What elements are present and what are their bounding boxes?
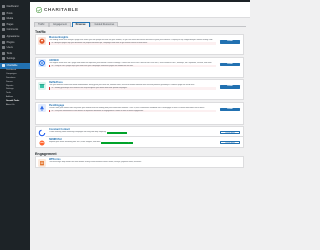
rafflepress-logo-icon bbox=[38, 81, 46, 90]
tool-description: The original WordPress SEO plugin and to… bbox=[49, 61, 212, 64]
comment-icon bbox=[2, 28, 5, 32]
growth-tabs: Traffic Engagement Revenue Guided Resour… bbox=[34, 22, 246, 27]
install-button[interactable]: Install bbox=[220, 62, 240, 67]
install-button[interactable]: Install bbox=[220, 107, 240, 112]
tab-guided-resources[interactable]: Guided Resources bbox=[90, 22, 119, 27]
constant-contact-logo-icon bbox=[38, 128, 46, 137]
plugin-header: CHARITABLE bbox=[30, 2, 250, 18]
learn-more-button[interactable]: Learn More bbox=[220, 140, 240, 145]
pin-icon bbox=[2, 11, 5, 15]
tool-card-monsterinsights: MonsterInsights The leading WordPress an… bbox=[35, 34, 244, 55]
tool-description: The best drag & drop WordPress form buil… bbox=[49, 161, 142, 164]
aioseo-logo-icon bbox=[38, 59, 46, 68]
offer-badge: Exclusive Offer: Save 20% bbox=[106, 132, 127, 135]
sidebar-subitem-about-us[interactable]: About Us bbox=[0, 103, 30, 107]
wpforms-logo-icon bbox=[38, 158, 46, 167]
tab-revenue[interactable]: Revenue bbox=[71, 22, 90, 27]
tool-card-rafflepress: RafflePress Turn your website visitors i… bbox=[35, 79, 244, 100]
wrench-icon bbox=[2, 51, 5, 55]
charitable-icon bbox=[2, 64, 5, 68]
monsterinsights-logo-icon bbox=[38, 36, 46, 45]
install-button[interactable]: Install bbox=[220, 85, 240, 89]
tool-card-semrush: SEMRUSH Improve your online marketing wi… bbox=[35, 137, 244, 148]
tab-traffic[interactable]: Traffic bbox=[34, 22, 49, 27]
semrush-logo-icon bbox=[38, 138, 46, 147]
tool-card-aioseo: AIOSEO The original WordPress SEO plugin… bbox=[35, 56, 244, 78]
brand-name: CHARITABLE bbox=[44, 7, 79, 12]
tool-card-wpforms: WPForms The best drag & drop WordPress f… bbox=[35, 156, 244, 168]
tool-description: Connect with your visitors after they le… bbox=[49, 106, 205, 109]
tool-card-pushengage: PushEngage Connect with your visitors af… bbox=[35, 101, 244, 125]
tool-description: Create amazing email marketing campaigns… bbox=[49, 131, 127, 135]
admin-sidebar: Dashboard Posts Media Pages Comments App… bbox=[0, 2, 30, 250]
tool-tip: TIP: Use push notifications to alert don… bbox=[49, 109, 216, 113]
tool-tip: TIP: Using an SEO plugin helps you make … bbox=[49, 64, 216, 68]
learn-more-button[interactable]: Learn More bbox=[220, 130, 240, 135]
tool-card-constant-contact: Constant Contact Create amazing email ma… bbox=[35, 126, 244, 137]
pushengage-logo-icon bbox=[38, 104, 46, 113]
offer-badge: Exclusive Offer: Save 20% on subscriptio… bbox=[101, 142, 134, 145]
tool-tip: TIP: Analytics pages help you determine … bbox=[49, 42, 216, 45]
tool-description: Turn your website visitors into brand am… bbox=[49, 84, 195, 87]
media-icon bbox=[2, 17, 5, 21]
plug-icon bbox=[2, 40, 5, 44]
brush-icon bbox=[2, 35, 5, 39]
tool-description: The leading WordPress analytics plugin t… bbox=[49, 39, 213, 42]
page-icon bbox=[2, 22, 5, 26]
install-button[interactable]: Install bbox=[220, 40, 240, 44]
tool-tip: TIP: Holding giveaways and contests can … bbox=[49, 87, 216, 90]
tab-engagement[interactable]: Engagement bbox=[49, 22, 71, 27]
users-icon bbox=[2, 46, 5, 50]
tool-description: Improve your online marketing with SEO, … bbox=[49, 141, 134, 145]
charitable-logo-icon bbox=[36, 6, 42, 13]
dashboard-icon bbox=[2, 4, 5, 8]
settings-icon bbox=[2, 57, 5, 61]
main-content: CHARITABLE Traffic Engagement Revenue Gu… bbox=[30, 2, 250, 250]
